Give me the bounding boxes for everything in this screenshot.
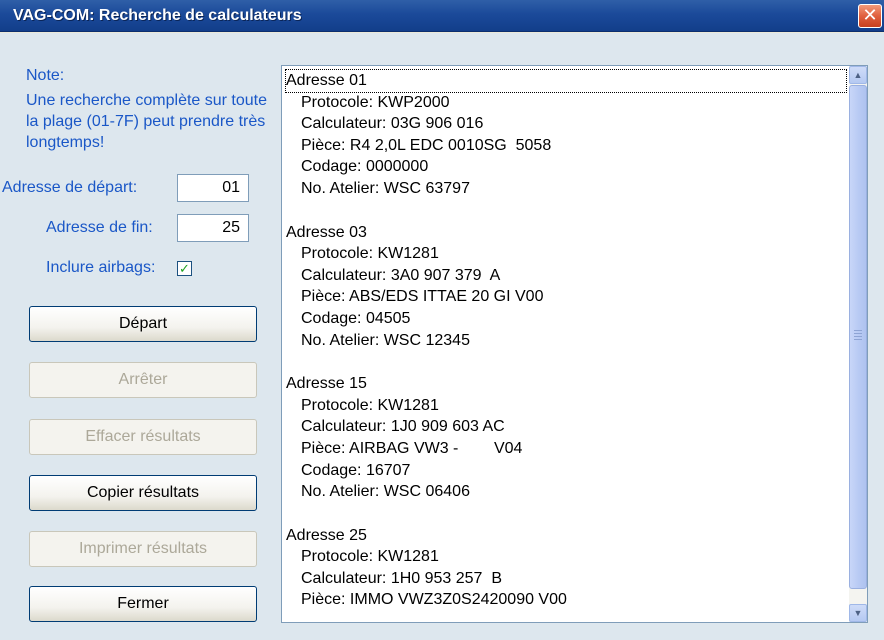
thumb-grip-line: [854, 333, 862, 334]
thumb-grip-line: [854, 339, 862, 340]
scroll-down-icon: ▼: [853, 608, 863, 618]
scroll-up-button[interactable]: ▲: [849, 66, 867, 84]
result-entry: Adresse 15 Protocole: KW1281 Calculateur…: [286, 373, 848, 503]
scan-dialog: VAG-COM: Recherche de calculateurs ✕ Not…: [0, 0, 884, 640]
result-line: Calculateur: 03G 906 016: [301, 115, 484, 133]
result-header: Adresse 01: [285, 69, 847, 93]
thumb-grip-line: [854, 330, 862, 331]
result-line: Pièce: ABS/EDS ITTAE 20 GI V00: [301, 288, 544, 306]
result-line: No. Atelier: WSC 06406: [301, 483, 470, 501]
result-line: Pièce: IMMO VWZ3Z0S2420090 V00: [301, 591, 567, 609]
result-entry: Adresse 25 Protocole: KW1281 Calculateur…: [286, 525, 848, 611]
result-line: Pièce: AIRBAG VW3 - V04: [301, 439, 523, 457]
scroll-down-button[interactable]: ▼: [849, 604, 867, 622]
result-line: Protocole: KWP2000: [301, 93, 450, 111]
result-entry: Adresse 01 Protocole: KWP2000 Calculateu…: [285, 69, 848, 200]
start-address-label: Adresse de départ:: [2, 179, 138, 196]
end-address-input[interactable]: [177, 214, 249, 242]
result-line: Codage: 16707: [301, 461, 411, 479]
copy-results-button[interactable]: Copier résultats: [29, 475, 257, 511]
result-header: Adresse 03: [286, 223, 367, 241]
result-line: Codage: 04505: [301, 309, 411, 327]
include-airbags-checkbox[interactable]: ✓: [177, 261, 192, 276]
start-button[interactable]: Départ: [29, 306, 257, 342]
result-line: Calculateur: 1H0 953 257 B: [301, 569, 503, 587]
result-header: Adresse 15: [286, 375, 367, 393]
result-line: No. Atelier: WSC 12345: [301, 331, 470, 349]
title-bar[interactable]: VAG-COM: Recherche de calculateurs ✕: [0, 0, 884, 32]
checkmark-icon: ✓: [179, 261, 190, 276]
result-line: Calculateur: 3A0 907 379 A: [301, 266, 501, 284]
thumb-grip-line: [854, 336, 862, 337]
results-scrollbar[interactable]: ▲ ▼: [849, 66, 867, 622]
close-button[interactable]: Fermer: [29, 586, 257, 622]
result-line: Protocole: KW1281: [301, 548, 439, 566]
result-entry: Adresse 03 Protocole: KW1281 Calculateur…: [286, 222, 848, 352]
result-line: Calculateur: 1J0 909 603 AC: [301, 418, 505, 436]
result-line: Protocole: KW1281: [301, 396, 439, 414]
print-results-button[interactable]: Imprimer résultats: [29, 531, 257, 567]
start-address-input[interactable]: [177, 174, 249, 202]
close-window-button[interactable]: ✕: [858, 4, 882, 28]
scroll-up-icon: ▲: [853, 70, 863, 80]
note-section: Note: Une recherche complète sur toute l…: [26, 65, 276, 153]
window-title: VAG-COM: Recherche de calculateurs: [13, 7, 302, 24]
result-header: Adresse 25: [286, 526, 367, 544]
note-text: Une recherche complète sur toute la plag…: [26, 92, 268, 151]
results-list[interactable]: Adresse 01 Protocole: KWP2000 Calculateu…: [281, 65, 868, 623]
result-line: Pièce: R4 2,0L EDC 0010SG 5058: [301, 136, 552, 154]
note-label: Note:: [26, 67, 65, 84]
result-line: No. Atelier: WSC 63797: [301, 179, 470, 197]
include-airbags-label: Inclure airbags:: [46, 259, 156, 276]
result-line: Codage: 0000000: [301, 158, 429, 176]
stop-button[interactable]: Arrêter: [29, 362, 257, 398]
end-address-label: Adresse de fin:: [46, 219, 153, 236]
result-line: Protocole: KW1281: [301, 245, 439, 263]
scroll-thumb[interactable]: [849, 85, 867, 589]
clear-results-button[interactable]: Effacer résultats: [29, 419, 257, 455]
